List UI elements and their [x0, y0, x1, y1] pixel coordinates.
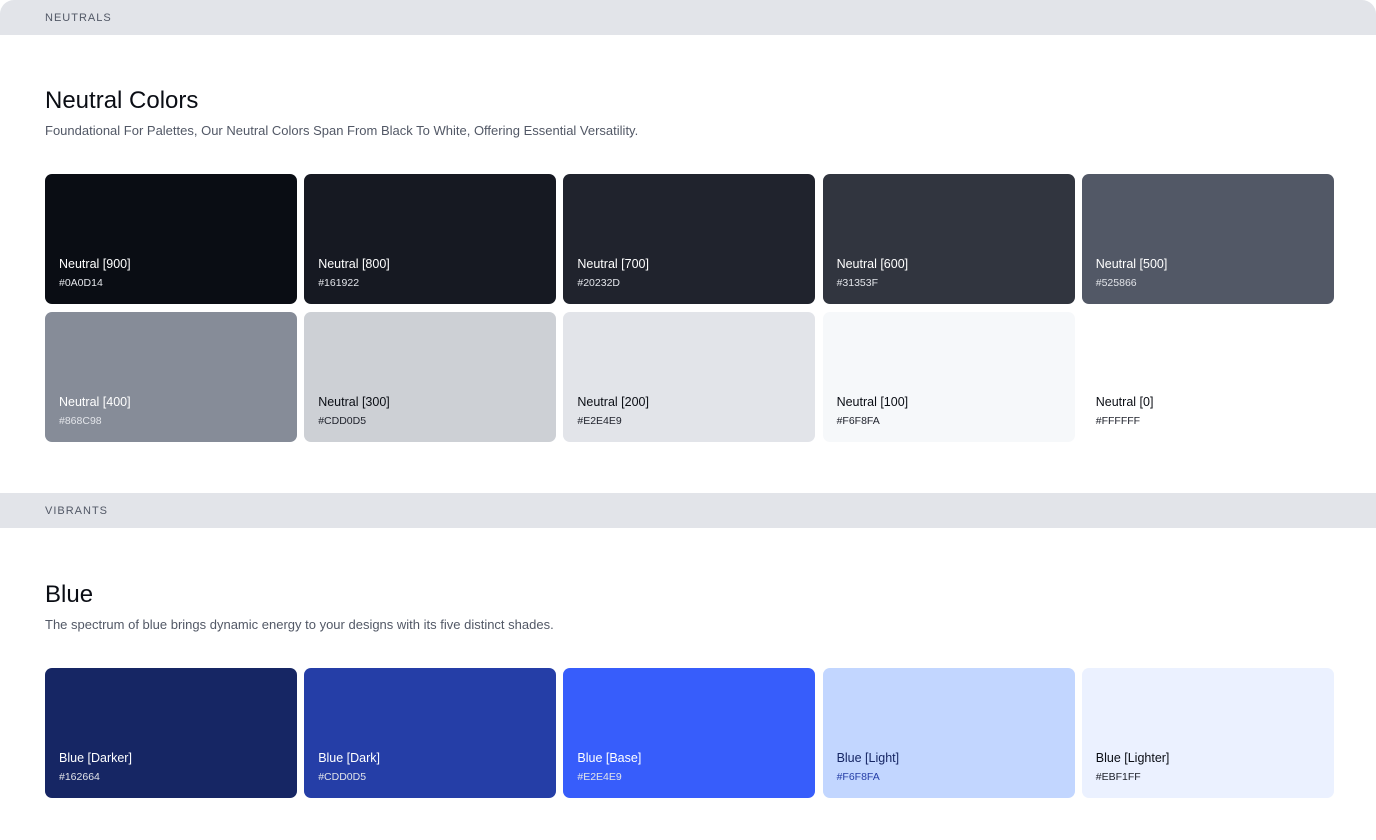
swatch-hex: #161922 [318, 277, 360, 289]
swatch-name: Neutral [0] [1095, 395, 1154, 409]
swatch-name: Blue [Light] [836, 751, 900, 765]
swatch-neutral-400[interactable]: Neutral [400] #868C98 [45, 312, 297, 442]
swatch-neutral-200[interactable]: Neutral [200] #E2E4E9 [563, 312, 816, 442]
swatch-hex: #EBF1FF [1095, 771, 1141, 783]
swatch-hex: #20232D [577, 277, 620, 289]
swatch-neutral-700[interactable]: Neutral [700] #20232D [563, 174, 816, 304]
swatch-hex: #868C98 [59, 415, 102, 427]
swatch-name: Blue [Dark] [318, 751, 381, 765]
swatch-name: Neutral [200] [577, 395, 649, 409]
swatch-hex: #CDD0D5 [318, 771, 367, 783]
neutral-colors-description: Foundational For Palettes, Our Neutral C… [45, 123, 639, 138]
swatch-neutral-0[interactable]: Neutral [0] #FFFFFF [1081, 312, 1334, 442]
swatch-hex: #FFFFFF [1095, 415, 1141, 427]
swatch-name: Neutral [100] [836, 395, 909, 409]
swatch-hex: #F6F8FA [836, 415, 880, 427]
blue-swatch-grid: Blue [Darker] #162664 Blue [Dark] #CDD0D… [45, 668, 1334, 798]
swatch-neutral-500[interactable]: Neutral [500] #525866 [1081, 174, 1334, 304]
swatch-name: Neutral [900] [59, 257, 131, 271]
swatch-blue-dark[interactable]: Blue [Dark] #CDD0D5 [304, 668, 557, 798]
swatch-name: Neutral [800] [318, 257, 390, 271]
swatch-name: Neutral [500] [1095, 257, 1168, 271]
swatch-name: Neutral [300] [318, 395, 390, 409]
swatch-blue-base[interactable]: Blue [Base] #E2E4E9 [563, 668, 816, 798]
blue-description: The spectrum of blue brings dynamic ener… [45, 617, 554, 632]
swatch-name: Neutral [400] [59, 395, 131, 409]
swatch-hex: #31353F [836, 277, 879, 289]
swatch-name: Blue [Lighter] [1095, 751, 1170, 765]
swatch-blue-lighter[interactable]: Blue [Lighter] #EBF1FF [1081, 668, 1334, 798]
swatch-neutral-800[interactable]: Neutral [800] #161922 [304, 174, 557, 304]
swatch-neutral-600[interactable]: Neutral [600] #31353F [822, 174, 1075, 304]
section-header-vibrants: VIBRANTS [0, 493, 1376, 528]
section-label-neutrals: NEUTRALS [45, 11, 112, 24]
swatch-name: Blue [Darker] [59, 751, 132, 765]
swatch-blue-darker[interactable]: Blue [Darker] #162664 [45, 668, 297, 798]
swatch-name: Blue [Base] [577, 751, 642, 765]
section-label-vibrants: VIBRANTS [45, 504, 109, 517]
section-header-neutrals: NEUTRALS [0, 0, 1376, 35]
swatch-name: Neutral [600] [836, 257, 909, 271]
blue-title: Blue [45, 581, 94, 608]
swatch-hex: #E2E4E9 [577, 415, 622, 427]
neutral-colors-title: Neutral Colors [45, 87, 199, 114]
swatch-neutral-300[interactable]: Neutral [300] #CDD0D5 [304, 312, 557, 442]
neutral-swatch-grid: Neutral [900] #0A0D14 Neutral [800] #161… [45, 174, 1334, 442]
swatch-neutral-100[interactable]: Neutral [100] #F6F8FA [822, 312, 1075, 442]
swatch-blue-light[interactable]: Blue [Light] #F6F8FA [822, 668, 1075, 798]
color-palette-page: NEUTRALS Neutral Colors Foundational For… [0, 0, 1376, 840]
swatch-hex: #162664 [59, 771, 100, 783]
swatch-hex: #CDD0D5 [318, 415, 367, 427]
swatch-hex: #0A0D14 [59, 277, 103, 289]
swatch-name: Neutral [700] [577, 257, 649, 271]
swatch-hex: #F6F8FA [836, 771, 880, 783]
swatch-neutral-900[interactable]: Neutral [900] #0A0D14 [45, 174, 297, 304]
swatch-hex: #525866 [1095, 277, 1137, 289]
swatch-hex: #E2E4E9 [577, 771, 622, 783]
